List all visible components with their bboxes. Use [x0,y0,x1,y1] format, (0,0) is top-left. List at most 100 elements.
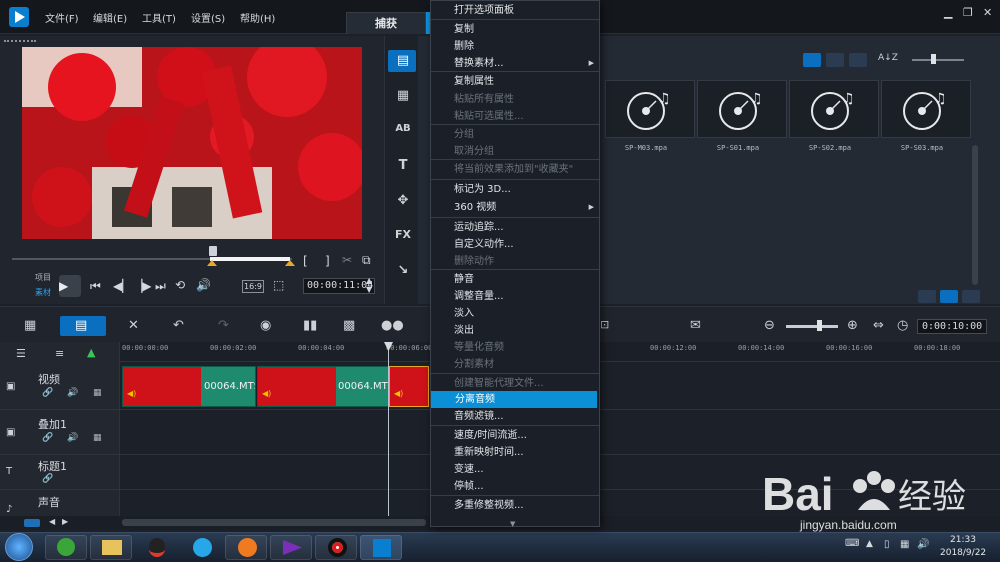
view-list-button[interactable] [826,53,844,67]
redo-icon[interactable]: ↷ [218,318,229,333]
mark-in-button[interactable]: [ [303,254,308,268]
context-menu-item[interactable]: 停帧... [430,478,600,495]
tray-arrow-icon[interactable]: ▲ [866,539,873,549]
chapter-point-icon[interactable]: ≡ [55,347,64,360]
track-manager-icon[interactable]: ☰ [16,347,26,360]
menu-settings[interactable]: 设置(S) [191,10,225,25]
timeline-clip[interactable]: ◀) 00064.MTS [257,366,389,407]
storyboard-view-icon[interactable]: ▦ [24,318,36,333]
mark-in-handle[interactable] [207,260,217,266]
aspect-ratio-selector[interactable]: 16:9 [242,280,264,293]
context-menu-item[interactable]: 静音 [430,271,600,288]
start-button[interactable] [5,533,33,561]
scrub-head[interactable] [209,246,217,256]
timecode-spinner-icon[interactable]: ▲ ▼ [366,276,372,294]
restore-icon[interactable]: ❐ [963,6,973,19]
track-grid-icon[interactable]: ▦ [93,388,102,398]
taskbar-app-media[interactable] [180,535,222,560]
context-menu-item[interactable]: 复制 [430,21,600,38]
context-menu-item[interactable]: 调整音量... [430,288,600,305]
add-track-icon[interactable]: ▲ [87,346,95,359]
view-grid-button[interactable] [849,53,867,67]
context-menu-item[interactable]: 多重修整视频... [430,497,600,514]
ripple-link-icon[interactable]: 🔗 [42,433,53,443]
fit-project-icon[interactable]: ⇔ [873,318,884,333]
keyboard-icon[interactable]: ⌨ [845,538,859,549]
context-menu-item[interactable]: 粘贴可选属性... [430,108,600,125]
end-icon[interactable]: ⏭ [155,279,166,294]
timeline-clip[interactable]: ◀) 00064.MTS [122,366,256,407]
timeline-clip-selected[interactable]: ◀) [389,366,429,407]
mask-creator-icon[interactable]: ✉ [690,318,701,333]
auto-music-icon[interactable]: ▩ [343,318,355,333]
volume-icon[interactable]: 🔊 [196,278,211,292]
sound-mixer-icon[interactable]: ▮▮ [303,318,317,333]
context-menu-item[interactable]: 淡出 [430,322,600,339]
menu-scroll-down-icon[interactable]: ▼ [510,520,515,528]
next-frame-icon[interactable]: ▕▶ [133,279,151,293]
context-menu-item[interactable]: 分割素材 [430,356,600,373]
library-item[interactable]: ♫ [789,80,879,138]
zoom-indicator[interactable] [24,519,40,527]
timeline-hscrollbar[interactable] [122,519,426,526]
view-thumbnail-button[interactable] [803,53,821,67]
library-item[interactable]: ♫ [881,80,971,138]
crop-icon[interactable]: ⬚ [273,278,284,292]
track-volume-icon[interactable]: 🔊 [67,433,78,443]
context-menu-item[interactable]: 分离音频 [431,391,597,408]
clip-mode-label[interactable]: 素材 [35,287,51,298]
taskbar-app-qq[interactable] [135,535,177,560]
context-menu-item[interactable]: 速度/时间流逝... [430,427,600,444]
context-menu-item[interactable]: 变速... [430,461,600,478]
minimize-icon[interactable]: ▁ [944,6,952,19]
context-menu-item[interactable]: 将当前效果添加到"收藏夹" [430,161,600,178]
player-timecode[interactable]: 00:00:11:04 [303,278,375,294]
context-menu-item[interactable]: 取消分组 [430,143,600,160]
subtitle-icon[interactable]: ⊡ [600,318,609,331]
project-mode-label[interactable]: 项目 [35,272,51,283]
record-capture-icon[interactable]: ◉ [260,318,271,333]
taskbar-app-browser[interactable] [45,535,87,560]
instant-project-icon[interactable]: ▦ [393,88,413,106]
library-item[interactable]: ♫ [605,80,695,138]
context-menu-item[interactable]: 360 视频 ▶ [430,199,600,216]
taskbar-app-recorder[interactable] [315,535,357,560]
thumbnail-size-handle[interactable] [931,54,936,64]
close-icon[interactable]: ✕ [983,6,992,19]
thumbnail-size-slider[interactable] [912,59,964,61]
playhead[interactable] [388,342,389,520]
menu-edit[interactable]: 编辑(E) [93,10,127,25]
scroll-right-icon[interactable]: ▶ [62,517,68,526]
context-menu-item[interactable]: 复制属性 [430,73,600,90]
context-menu-item[interactable]: 重新映射时间... [430,444,600,461]
path-icon[interactable]: ↘ [393,263,413,281]
context-menu-item[interactable]: 替换素材... ▶ [430,55,600,72]
zoom-slider-handle[interactable] [817,320,822,331]
context-menu-item[interactable]: 创建智能代理文件... [430,375,600,392]
context-menu-item[interactable]: 粘贴所有属性 [430,91,600,108]
title-icon[interactable]: T [393,158,413,176]
ripple-link-icon[interactable]: 🔗 [42,388,53,398]
speaker-icon[interactable]: 🔊 [917,539,929,550]
taskbar-app-videostudio[interactable] [360,535,402,560]
sort-icon[interactable]: A↓Z [878,53,898,63]
context-menu-item[interactable]: 音频滤镜... [430,408,600,425]
undo-icon[interactable]: ↶ [173,318,184,333]
context-menu-item[interactable]: 删除 [430,38,600,55]
library-scrollbar[interactable] [972,145,978,285]
prev-frame-icon[interactable]: ◀▏ [113,279,131,293]
library-panel-button[interactable] [940,290,958,303]
zoom-slider[interactable] [786,325,838,328]
mark-out-button[interactable]: ] [325,254,330,268]
context-menu-item[interactable]: 分组 [430,126,600,143]
menu-tools[interactable]: 工具(T) [142,10,176,25]
menu-help[interactable]: 帮助(H) [240,10,275,25]
track-volume-icon[interactable]: 🔊 [67,388,78,398]
home-icon[interactable]: ⏮ [90,279,101,294]
transition-icon[interactable]: AB [393,123,413,141]
tools-icon[interactable]: ✕ [128,318,139,333]
menu-file[interactable]: 文件(F) [45,10,79,25]
motion-tracking-icon[interactable]: ●● [381,318,404,333]
clock-time[interactable]: 21:33 [950,535,976,545]
mark-out-handle[interactable] [285,260,295,266]
